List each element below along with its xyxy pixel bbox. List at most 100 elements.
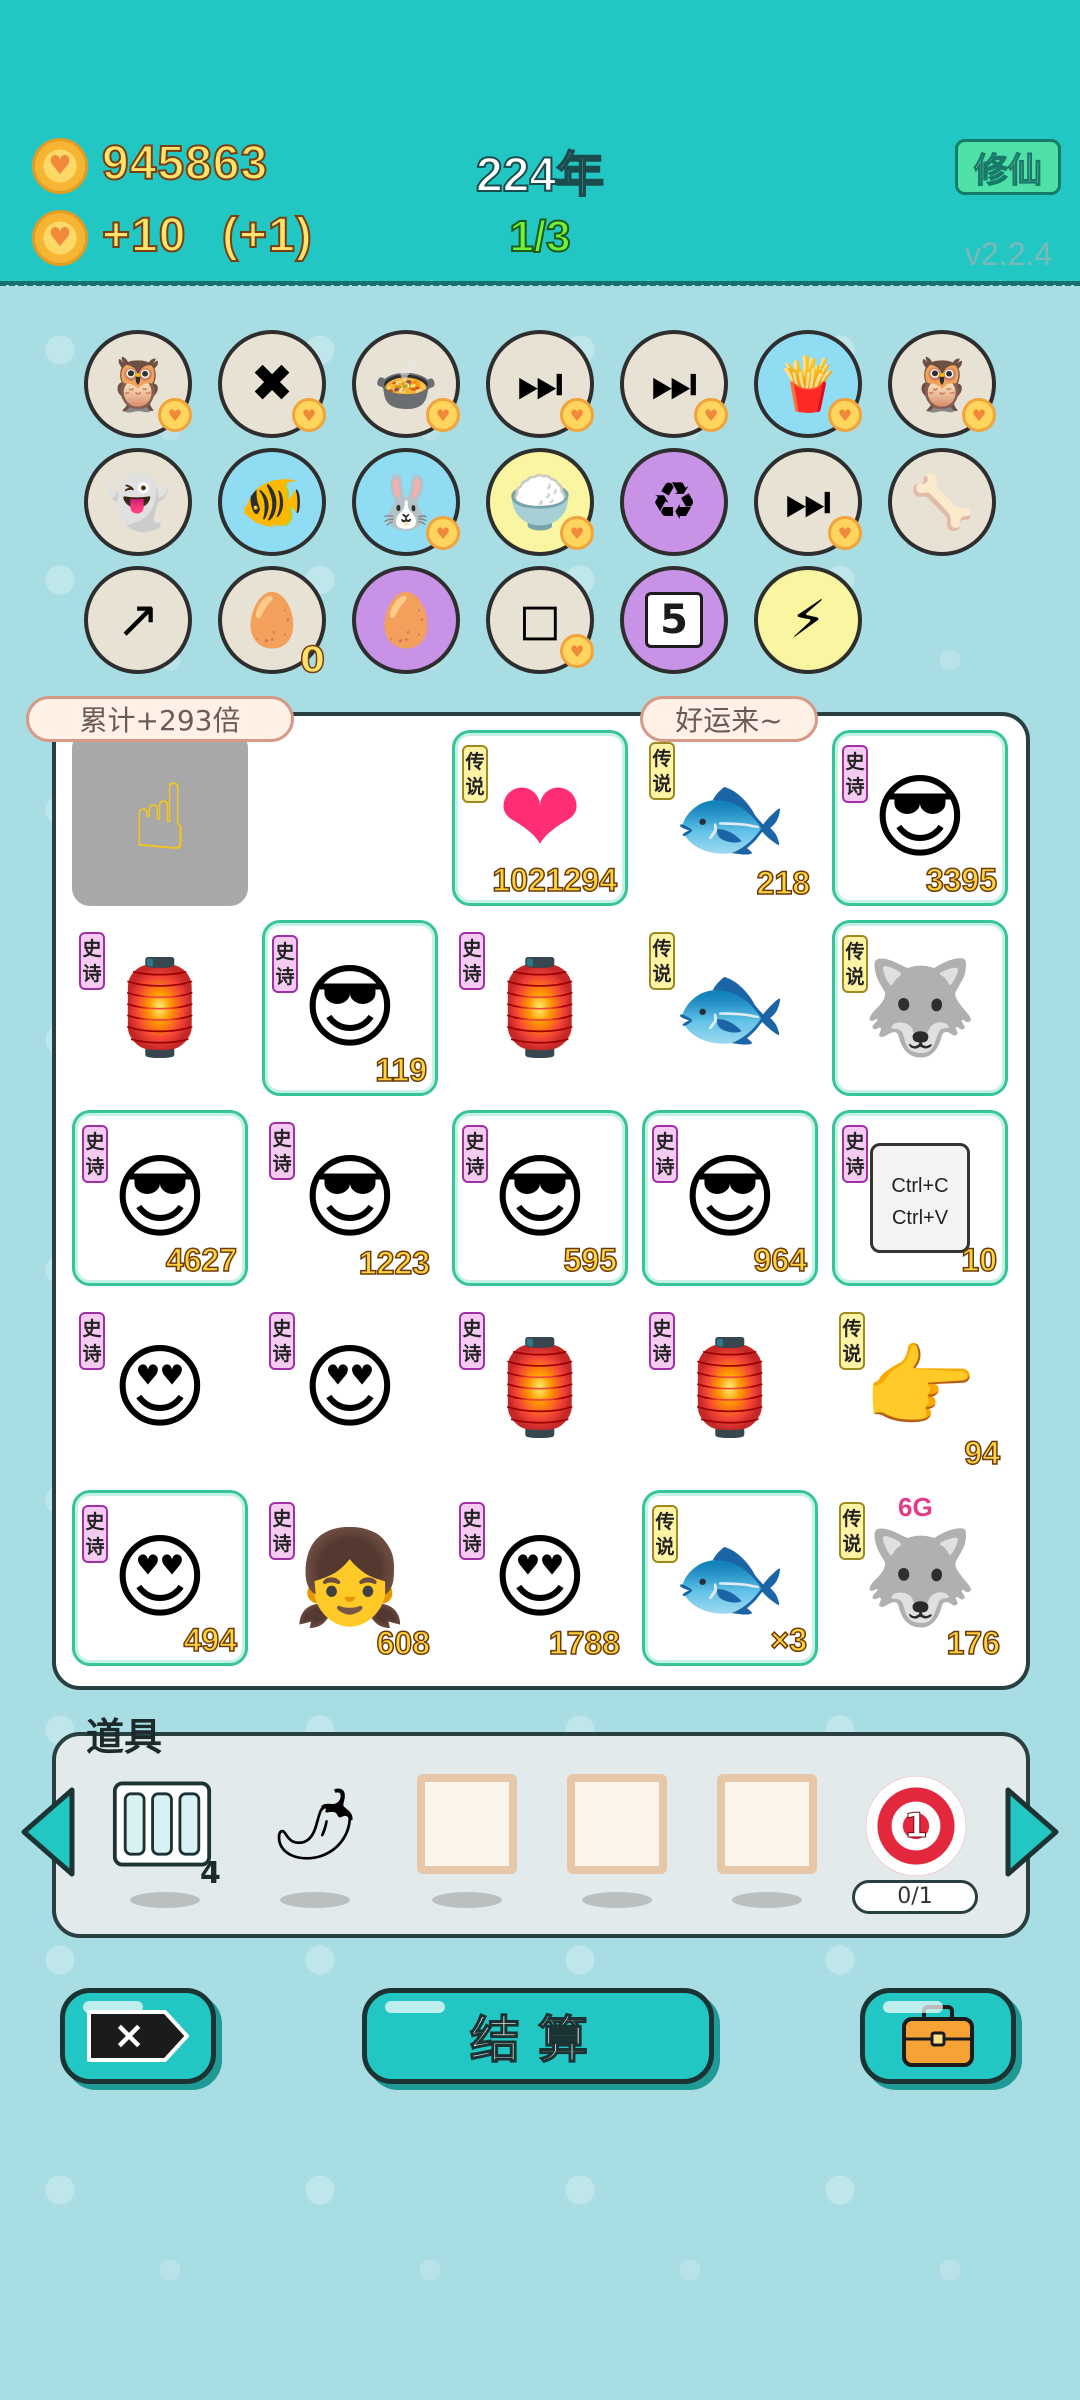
skip-skill-icon[interactable]: ⏭ ♥ <box>620 330 728 438</box>
cell-value: 964 <box>753 1241 808 1279</box>
year-display: 224年 <box>475 148 605 203</box>
income-coin-icon: ♥ <box>32 210 88 266</box>
board-cell[interactable] <box>262 730 438 906</box>
cell-value: 494 <box>183 1621 238 1659</box>
epic-tag: 史诗 <box>459 1312 485 1370</box>
epic-tag: 史诗 <box>82 1505 108 1563</box>
board-cell[interactable]: 🐟 传说 ×3 <box>642 1490 818 1666</box>
board-cell[interactable]: 🏮 史诗 <box>452 1300 628 1476</box>
version-label: v2.2.4 <box>965 236 1053 272</box>
coin-badge-icon: ♥ <box>426 516 460 550</box>
fishbowl-skill-icon[interactable]: 🐠 <box>218 448 326 556</box>
prop-shadow <box>732 1892 802 1908</box>
epic-tag: 史诗 <box>269 1312 295 1370</box>
props-right-arrow[interactable] <box>1002 1784 1062 1880</box>
cell-item-icon: 😎 <box>112 1144 208 1251</box>
chili-prop[interactable]: 🌶 <box>265 1774 365 1874</box>
settle-button[interactable]: 结算 <box>362 1988 714 2084</box>
board-cell[interactable]: 🏮 史诗 <box>642 1300 818 1476</box>
cell-item-icon: 😎 <box>872 764 968 871</box>
coin-badge-icon: ♥ <box>828 398 862 432</box>
cell-item-icon: 😍 <box>492 1524 588 1631</box>
board-cell[interactable]: 😍 史诗 1788 <box>452 1490 628 1666</box>
inventory-button[interactable] <box>860 1988 1016 2084</box>
board-cell[interactable]: 👧 史诗 608 <box>262 1490 438 1666</box>
rabbit-skill-icon[interactable]: 🐰 ♥ <box>352 448 460 556</box>
board-cell[interactable]: 😎 史诗 595 <box>452 1110 628 1286</box>
board-cell[interactable]: 😎 史诗 964 <box>642 1110 818 1286</box>
board-cell[interactable]: ☝ <box>72 730 248 906</box>
egg-skill-icon[interactable]: 🥚 <box>352 566 460 674</box>
empty-prop-slot-2[interactable] <box>567 1774 667 1874</box>
board-cell[interactable]: 🐟 传说 <box>642 920 818 1096</box>
coin-badge-icon: ♥ <box>560 634 594 668</box>
board-cell[interactable]: ❤ 传说 1021294 <box>452 730 628 906</box>
ghost-icon: 👻 <box>105 472 171 533</box>
epic-tag: 史诗 <box>649 1312 675 1370</box>
cell-item-icon: 🏮 <box>102 954 218 1061</box>
calendar-skill-icon[interactable]: 5 <box>620 566 728 674</box>
cell-item-icon: 😎 <box>302 1144 398 1251</box>
settle-button-label: 结算 <box>469 2010 606 2070</box>
board-cell[interactable]: 🐟 传说 218 <box>642 730 818 906</box>
cultivate-button[interactable]: 修仙 <box>955 139 1061 195</box>
lightning-skill-icon[interactable]: ⚡ <box>754 566 862 674</box>
owl-skill-icon[interactable]: 🦉 ♥ <box>84 330 192 438</box>
recycle-skill-icon[interactable]: ♻ <box>620 448 728 556</box>
cell-item-icon: Ctrl+C Ctrl+V <box>870 1143 970 1253</box>
fries-skill-icon[interactable]: 🍟 ♥ <box>754 330 862 438</box>
cell-item-icon: 😍 <box>302 1334 398 1441</box>
empty-prop-slot-3[interactable] <box>717 1774 817 1874</box>
board-cell[interactable]: 😎 史诗 3395 <box>832 730 1008 906</box>
ghost-skill-icon[interactable]: 👻 <box>84 448 192 556</box>
luck-bubble: 好运来~ <box>640 696 818 742</box>
prop-shadow <box>130 1892 200 1908</box>
board-cell[interactable]: 🐺 传说 176 6G <box>832 1490 1008 1666</box>
stage-progress: 1/3 <box>508 211 571 262</box>
dog-bowl-skill-icon[interactable]: 🦴 <box>888 448 996 556</box>
owl-skill-icon[interactable]: 🦉 ♥ <box>888 330 996 438</box>
rice-cooker-skill-icon[interactable]: 🍲 ♥ <box>352 330 460 438</box>
epic-tag: 史诗 <box>79 1312 105 1370</box>
sugar-cubes-icon: ◻ <box>518 590 562 650</box>
cell-item-icon: 😎 <box>492 1144 588 1251</box>
cell-value: 4627 <box>165 1241 238 1279</box>
sugar-cubes-skill-icon[interactable]: ◻ ♥ <box>486 566 594 674</box>
board-cell[interactable]: 😎 史诗 119 <box>262 920 438 1096</box>
delete-tag-skill-icon[interactable]: ✖ ♥ <box>218 330 326 438</box>
cell-item-icon: 🐺 <box>862 1524 978 1631</box>
board-cell[interactable]: 🐺 传说 <box>832 920 1008 1096</box>
upgrade-arrow-skill-icon[interactable]: ↗ <box>84 566 192 674</box>
empty-prop-slot-1[interactable] <box>417 1774 517 1874</box>
battery-icon <box>112 1781 212 1867</box>
delete-tag-icon: ✖ <box>250 354 294 414</box>
epic-tag: 史诗 <box>82 1125 108 1183</box>
prop-shadow <box>582 1892 652 1908</box>
remove-button[interactable]: × <box>60 1988 216 2084</box>
skip-skill-icon[interactable]: ⏭ ♥ <box>754 448 862 556</box>
legend-tag: 传说 <box>462 745 488 803</box>
board-cell[interactable]: 😍 史诗 <box>72 1300 248 1476</box>
cell-item-icon: 🏮 <box>482 1334 598 1441</box>
legend-tag: 传说 <box>842 935 868 993</box>
board-cell[interactable]: Ctrl+C Ctrl+V 史诗 10 <box>832 1110 1008 1286</box>
coin-icon: ♥ <box>32 138 88 194</box>
svg-text:×: × <box>113 2013 145 2057</box>
board-cell[interactable]: 😎 史诗 1223 <box>262 1110 438 1286</box>
target-icon[interactable]: 1 <box>866 1776 966 1876</box>
board-cell[interactable]: 🏮 史诗 <box>452 920 628 1096</box>
board-cell[interactable]: 👉 传说 94 <box>832 1300 1008 1476</box>
coin-badge-icon: ♥ <box>560 516 594 550</box>
battery-prop[interactable] <box>112 1774 212 1874</box>
epic-tag: 史诗 <box>842 1125 868 1183</box>
rice-bowl-skill-icon[interactable]: 🍚 ♥ <box>486 448 594 556</box>
board-cell[interactable]: 😍 史诗 494 <box>72 1490 248 1666</box>
board-cell[interactable]: 😎 史诗 4627 <box>72 1110 248 1286</box>
board-cell[interactable]: 😍 史诗 <box>262 1300 438 1476</box>
props-left-arrow[interactable] <box>18 1784 78 1880</box>
cell-item-icon: 🏮 <box>482 954 598 1061</box>
chili-icon: 🌶 <box>270 1782 360 1865</box>
skip-skill-icon[interactable]: ⏭ ♥ <box>486 330 594 438</box>
board-cell[interactable]: 🏮 史诗 <box>72 920 248 1096</box>
cell-item-icon: 🏮 <box>672 1334 788 1441</box>
